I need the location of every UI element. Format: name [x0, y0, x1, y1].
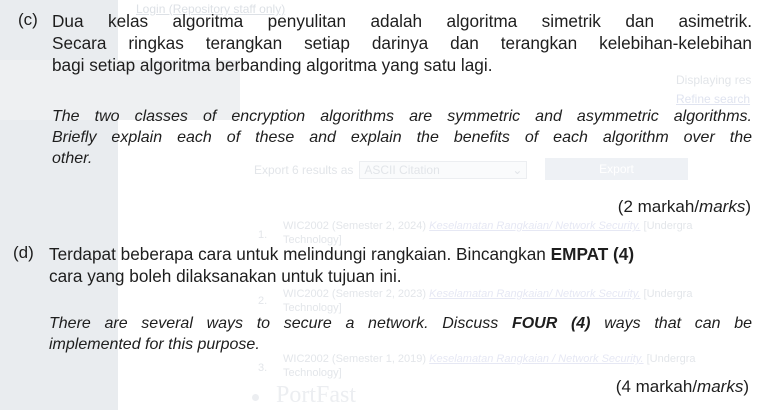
question-d-english-line: There are several ways to secure a netwo…: [49, 313, 752, 334]
question-d-marks: (4 markah/marks): [616, 377, 749, 397]
question-d-malay-line: Terdapat beberapa cara untuk melindungi …: [49, 243, 752, 265]
question-c-english-line: other.: [52, 150, 93, 167]
exam-paper: (c) Dua kelas algoritma penyulitan adala…: [0, 0, 761, 410]
question-d-malay: Terdapat beberapa cara untuk melindungi …: [49, 243, 752, 287]
question-c-malay-line: bagi setiap algoritma berbanding algorit…: [52, 55, 493, 75]
question-c-marks: (2 markah/marks): [618, 197, 751, 217]
question-d-english: There are several ways to secure a netwo…: [49, 313, 752, 355]
question-c-label: (c): [18, 10, 38, 29]
question-c-malay: Dua kelas algoritma penyulitan adalah al…: [52, 10, 752, 76]
question-c-english: The two classes of encryption algorithms…: [52, 106, 752, 169]
question-d-malay-bold: EMPAT (4): [550, 244, 635, 264]
question-c-english-line: The two classes of encryption algorithms…: [52, 108, 752, 125]
question-c-malay-line: Secara ringkas terangkan setiap darinya …: [52, 33, 752, 53]
question-d-english-line: implemented for this purpose.: [49, 336, 260, 353]
marks-suffix: ): [743, 377, 749, 396]
question-c-english-line: Briefly explain each of these and explai…: [52, 129, 752, 146]
marks-prefix: (4 markah/: [615, 377, 698, 396]
question-c-malay-line: Dua kelas algoritma penyulitan adalah al…: [52, 11, 752, 31]
question-d-english-text: ways that can be: [590, 315, 753, 332]
question-d-label: (d): [13, 243, 34, 262]
question-d-malay-text: Terdapat beberapa cara untuk melindungi …: [49, 244, 551, 264]
marks-suffix: ): [745, 197, 751, 216]
marks-italic: marks: [697, 377, 744, 396]
question-d-malay-line: cara yang boleh dilaksanakan untuk tujua…: [49, 266, 402, 286]
marks-italic: marks: [699, 197, 746, 216]
marks-prefix: (2 markah/: [617, 197, 700, 216]
question-d-english-text: There are several ways to secure a netwo…: [49, 315, 512, 332]
question-d-english-bold: FOUR (4): [511, 315, 591, 332]
